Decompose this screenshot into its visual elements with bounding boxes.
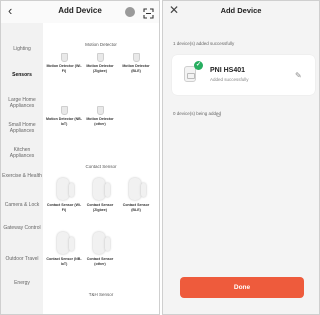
device-tile-contact-sensor-other[interactable]: Contact Sensor (other) <box>82 232 118 266</box>
device-tile-label: Contact Sensor (NB-IoT) <box>46 257 82 266</box>
motion-detector-icon <box>96 53 104 62</box>
contact-sensor-icon <box>54 178 75 201</box>
check-badge-icon: ✓ <box>194 61 203 70</box>
section-title-th-sensor: T&H Sensor <box>88 292 114 297</box>
device-tile-label: Contact Sensor (other) <box>86 257 114 266</box>
device-tile-motion-detector-ble[interactable]: Motion Detector (BLE) <box>118 53 154 73</box>
device-tile-motion-detector-zigbee[interactable]: Motion Detector (Zigbee) <box>82 53 118 73</box>
device-tile-label: Contact Sensor (BLE) <box>122 203 150 212</box>
device-status: Added successfully <box>210 77 249 82</box>
dot-icon[interactable] <box>125 7 135 17</box>
sidebar-item-small-home-appliances[interactable]: Small Home Appliances <box>1 122 43 134</box>
sidebar-item-outdoor-travel[interactable]: Outdoor Travel <box>1 256 43 262</box>
sidebar-item-gateway-control[interactable]: Gateway Control <box>1 225 43 231</box>
adding-summary: 0 device(s) being added <box>173 111 222 116</box>
sidebar-item-lighting[interactable]: Lighting <box>1 46 43 52</box>
page-title: Add Device <box>220 6 262 15</box>
device-tile-motion-detector-nb-iot[interactable]: Motion Detector (NB-IoT) <box>46 106 82 126</box>
device-tile-contact-sensor-nb-iot[interactable]: Contact Sensor (NB-IoT) <box>46 232 82 266</box>
page-title: Add Device <box>58 6 102 15</box>
device-tile-label: Motion Detector (other) <box>86 117 114 126</box>
added-device-card[interactable]: ✓ PNI HS401 Added successfully ✎ <box>172 55 315 95</box>
motion-detector-icon <box>60 106 68 115</box>
device-grid: Motion Detector Motion Detector (Wi-Fi) … <box>43 23 159 314</box>
sidebar-item-energy[interactable]: Energy <box>1 280 43 286</box>
motion-detector-icon <box>96 106 104 115</box>
device-tile-contact-sensor-ble[interactable]: Contact Sensor (BLE) <box>118 178 154 212</box>
device-tile-contact-sensor-wifi[interactable]: Contact Sensor (Wi-Fi) <box>46 178 82 212</box>
add-device-category-screen: ‹ Add Device Lighting Sensors Large Home… <box>0 0 160 315</box>
loading-spinner-icon <box>216 112 221 117</box>
device-name: PNI HS401 <box>210 67 246 74</box>
done-button[interactable]: Done <box>180 277 304 298</box>
pencil-edit-icon[interactable]: ✎ <box>295 71 302 80</box>
device-tile-motion-detector-wifi[interactable]: Motion Detector (Wi-Fi) <box>46 53 82 73</box>
device-tile-label: Contact Sensor (Zigbee) <box>86 203 114 212</box>
sidebar-item-sensors[interactable]: Sensors <box>1 72 43 78</box>
device-tile-contact-sensor-zigbee[interactable]: Contact Sensor (Zigbee) <box>82 178 118 212</box>
device-tile-label: Motion Detector (NB-IoT) <box>46 117 82 126</box>
category-sidebar: Lighting Sensors Large Home Appliances S… <box>1 23 43 314</box>
contact-sensor-icon <box>54 232 75 255</box>
sidebar-item-exercise-health[interactable]: Exercise & Health <box>1 173 43 179</box>
motion-detector-icon <box>132 53 140 62</box>
section-title-motion-detector: Motion Detector <box>85 42 117 47</box>
device-tile-label: Motion Detector (Zigbee) <box>86 64 114 73</box>
add-device-result-screen: ✕ Add Device 1 device(s) added successfu… <box>162 0 320 315</box>
contact-sensor-icon <box>126 178 147 201</box>
added-summary: 1 device(s) added successfully <box>173 41 235 46</box>
section-title-contact-sensor: Contact Sensor <box>85 164 117 169</box>
device-tile-motion-detector-other[interactable]: Motion Detector (other) <box>82 106 118 126</box>
sidebar-item-large-home-appliances[interactable]: Large Home Appliances <box>1 97 43 109</box>
sidebar-item-kitchen-appliances[interactable]: Kitchen Appliances <box>1 147 43 159</box>
contact-sensor-icon <box>90 232 111 255</box>
device-tile-label: Motion Detector (BLE) <box>122 64 150 73</box>
scan-icon[interactable] <box>143 6 154 19</box>
device-tile-label: Contact Sensor (Wi-Fi) <box>46 203 82 212</box>
device-tile-label: Motion Detector (Wi-Fi) <box>46 64 82 73</box>
motion-detector-icon <box>60 53 68 62</box>
header: ‹ Add Device <box>1 1 159 23</box>
sidebar-item-camera-lock[interactable]: Camera & Lock <box>1 202 43 208</box>
contact-sensor-icon <box>90 178 111 201</box>
